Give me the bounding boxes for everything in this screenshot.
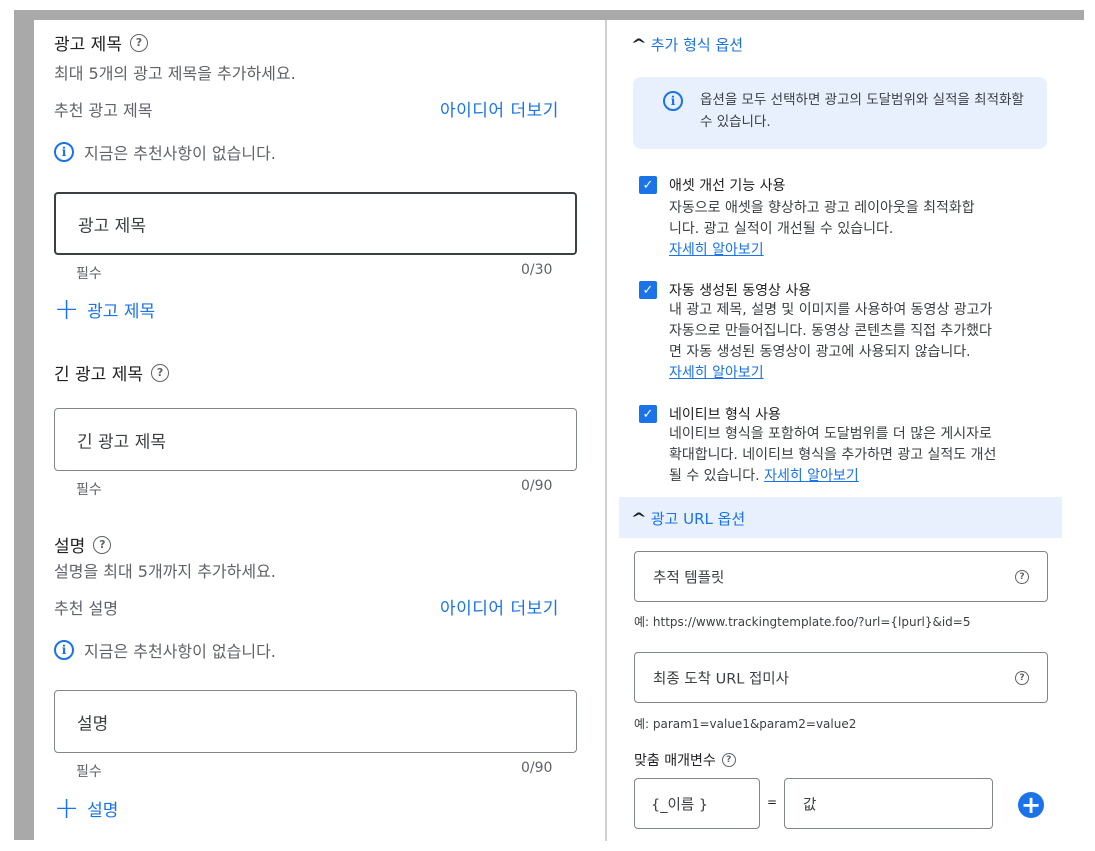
add-description-button[interactable]: + 설명 [54, 790, 119, 826]
help-icon[interactable]: ? [1015, 670, 1029, 685]
ad-editor: 광고 제목 ? 최대 5개의 광고 제목을 추가하세요. 추천 광고 제목 아이… [34, 20, 1088, 841]
plus-icon: + [54, 790, 80, 826]
native-format-desc: 네이티브 형식을 포함하여 도달범위를 더 많은 게시자로 확대합니다. 네이티… [669, 424, 996, 487]
help-icon[interactable]: ? [93, 535, 112, 554]
learn-more-link[interactable]: 자세히 알아보기 [764, 468, 859, 484]
auto-video-desc: 내 광고 제목, 설명 및 이미지를 사용하여 동영상 광고가 자동으로 만들어… [669, 300, 992, 384]
info-icon: i [54, 640, 74, 660]
url-options-toggle: ^ 광고 URL 옵션 [630, 508, 746, 529]
param-value-input[interactable]: 값 [784, 778, 993, 829]
headline-section-title: 광고 제목 ? [54, 30, 148, 55]
help-icon[interactable]: ? [129, 33, 148, 52]
learn-more-link[interactable]: 자세히 알아보기 [669, 363, 992, 384]
headline-counter: 0/30 [521, 262, 553, 278]
desc-line: 면 자동 생성된 동영상이 광고에 사용되지 않습니다. [669, 344, 971, 360]
add-headline-button[interactable]: + 광고 제목 [54, 291, 156, 327]
param-name-placeholder: {_이름 } [651, 797, 708, 813]
headline-required: 필수 [76, 266, 102, 282]
asset-enhancement-title: 애셋 개선 기능 사용 [669, 178, 786, 194]
help-icon[interactable]: ? [151, 363, 170, 382]
recommended-descriptions-label: 추천 설명 [54, 599, 118, 618]
desc-line: 자동으로 만들어집니다. 동영상 콘텐츠를 직접 추가했다 [669, 323, 992, 339]
add-param-button[interactable]: + [1018, 792, 1044, 818]
long-headline-input-placeholder: 긴 광고 제목 [77, 432, 167, 452]
help-icon[interactable]: ? [721, 753, 736, 767]
desc-line-with-link: 될 수 있습니다. 자세히 알아보기 [669, 466, 996, 487]
native-format-title: 네이티브 형식 사용 [669, 407, 781, 423]
tracking-template-placeholder: 추적 템플릿 [653, 570, 725, 586]
description-input[interactable]: 설명 [54, 690, 577, 753]
equals-sign: = [767, 795, 778, 809]
custom-params-title-row: 맞춤 매개변수 ? [634, 750, 736, 770]
headline-input[interactable]: 광고 제목 [54, 192, 577, 255]
desc-line: 네이티브 형식을 포함하여 도달범위를 더 많은 게시자로 [669, 426, 992, 442]
desc-line: 확대합니다. 네이티브 형식을 추가하면 광고 실적도 개선 [669, 447, 997, 463]
left-panel: 광고 제목 ? 최대 5개의 광고 제목을 추가하세요. 추천 광고 제목 아이… [34, 20, 605, 841]
long-headline-title: 긴 광고 제목 [54, 365, 144, 385]
final-url-suffix-placeholder: 최종 도착 URL 접미사 [653, 671, 789, 687]
native-format-checkbox[interactable]: ✓ [639, 405, 657, 423]
long-headline-input[interactable]: 긴 광고 제목 [54, 408, 577, 471]
url-options-title: 광고 URL 옵션 [650, 510, 746, 528]
description-counter: 0/90 [521, 760, 553, 776]
param-value-placeholder: 값 [803, 797, 817, 813]
chevron-up-icon: ^ [630, 510, 648, 527]
headline-input-placeholder: 광고 제목 [78, 216, 146, 236]
auto-video-title: 자동 생성된 동영상 사용 [669, 283, 812, 299]
tracking-template-example: 예: https://www.trackingtemplate.foo/?url… [634, 615, 971, 629]
info-icon: i [54, 142, 74, 162]
description-required: 필수 [76, 764, 102, 780]
description-input-placeholder: 설명 [77, 714, 109, 734]
learn-more-link[interactable]: 자세히 알아보기 [669, 240, 975, 261]
window-frame: 광고 제목 ? 최대 5개의 광고 제목을 추가하세요. 추천 광고 제목 아이… [14, 10, 1088, 841]
help-icon[interactable]: ? [1015, 569, 1029, 584]
add-headline-label: 광고 제목 [87, 302, 156, 322]
param-name-input[interactable]: {_이름 } [634, 778, 760, 829]
headline-title: 광고 제목 [54, 35, 122, 55]
optimization-notice: i 옵션을 모두 선택하면 광고의 도달범위와 실적을 최적화할 수 있습니다. [633, 77, 1047, 149]
add-description-label: 설명 [87, 801, 119, 821]
no-recommendations-text: 지금은 추천사항이 없습니다. [84, 642, 276, 661]
headline-no-recommendations: i 지금은 추천사항이 없습니다. [54, 140, 276, 164]
custom-params-title: 맞춤 매개변수 [634, 753, 716, 769]
desc-line: 내 광고 제목, 설명 및 이미지를 사용하여 동영상 광고가 [669, 302, 993, 318]
long-headline-counter: 0/90 [521, 478, 553, 494]
headline-ideas-link[interactable]: 아이디어 더보기 [440, 96, 559, 121]
desc-line: 니다. 광고 실적이 개선될 수 있습니다. [669, 221, 894, 237]
notice-text: 옵션을 모두 선택하면 광고의 도달범위와 실적을 최적화할 수 있습니다. [700, 92, 1024, 130]
tracking-template-input[interactable]: 추적 템플릿 ? [634, 551, 1048, 602]
plus-icon: + [54, 291, 80, 327]
final-url-suffix-input[interactable]: 최종 도착 URL 접미사 ? [634, 652, 1048, 703]
description-title: 설명 [54, 537, 86, 557]
info-icon: i [663, 91, 683, 111]
desc-line: 자동으로 애셋을 향상하고 광고 레이아웃을 최적화합 [669, 200, 975, 216]
asset-enhancement-desc: 자동으로 애셋을 향상하고 광고 레이아웃을 최적화합 니다. 광고 실적이 개… [669, 198, 975, 261]
headline-subtitle: 최대 5개의 광고 제목을 추가하세요. [54, 64, 296, 83]
recommended-headlines-label: 추천 광고 제목 [54, 101, 153, 120]
no-recommendations-text: 지금은 추천사항이 없습니다. [84, 144, 276, 163]
final-url-suffix-example: 예: param1=value1&param2=value2 [634, 717, 857, 731]
long-headline-required: 필수 [76, 482, 102, 498]
description-ideas-link[interactable]: 아이디어 더보기 [440, 594, 559, 619]
description-subtitle: 설명을 최대 5개까지 추가하세요. [54, 562, 276, 581]
desc-line: 될 수 있습니다. [669, 468, 760, 484]
url-options-header[interactable]: ^ 광고 URL 옵션 [619, 497, 1062, 538]
chevron-up-icon: ^ [630, 36, 648, 53]
auto-video-checkbox[interactable]: ✓ [639, 281, 657, 299]
right-panel: ^ 추가 형식 옵션 i 옵션을 모두 선택하면 광고의 도달범위와 실적을 최… [607, 20, 1088, 841]
description-section-title: 설명 ? [54, 532, 112, 557]
asset-enhancement-checkbox[interactable]: ✓ [639, 176, 657, 194]
description-no-recommendations: i 지금은 추천사항이 없습니다. [54, 638, 276, 662]
format-options-toggle[interactable]: ^ 추가 형식 옵션 [630, 34, 744, 55]
long-headline-section-title: 긴 광고 제목 ? [54, 360, 170, 385]
format-options-title: 추가 형식 옵션 [650, 36, 744, 54]
